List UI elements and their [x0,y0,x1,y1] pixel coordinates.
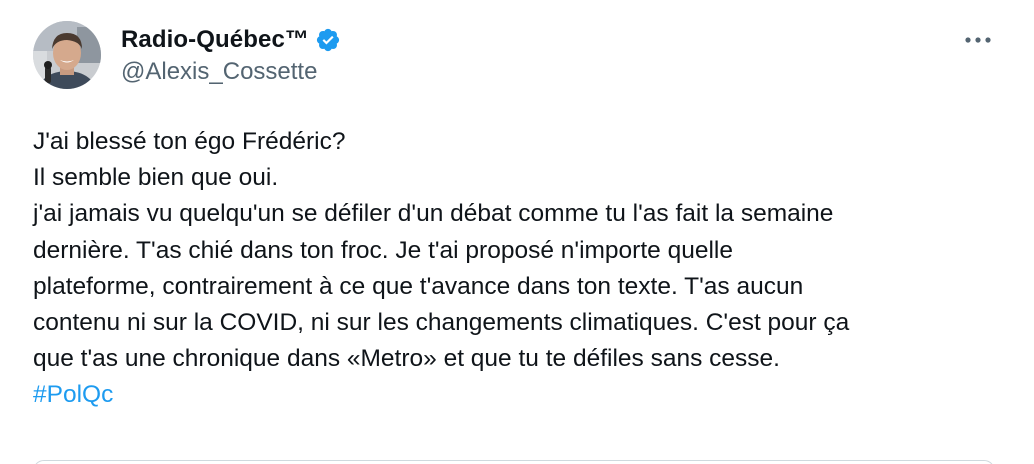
more-horizontal-icon [965,37,991,43]
author-avatar[interactable] [33,21,101,89]
tweet-text: J'ai blessé ton égo Frédéric? Il semble … [33,124,1013,414]
tweet-text-line: Il semble bien que oui. [33,164,279,192]
name-row: Radio-Québec™ [121,24,341,56]
user-avatar-icon [33,21,101,89]
tweet-text-line: plateforme, contrairement à ce que t'ava… [33,272,804,300]
quoted-content-card[interactable] [33,460,995,464]
author-display-name[interactable]: Radio-Québec™ [121,26,309,54]
tweet-text-line: que t'as une chronique dans «Metro» et q… [33,345,780,373]
tweet-text-line: J'ai blessé ton égo Frédéric? [33,128,346,155]
tweet-card: Radio-Québec™ @Alexis_Cossette J'ai bles… [0,0,1034,464]
verified-badge-icon[interactable] [315,27,341,53]
tweet-header: Radio-Québec™ @Alexis_Cossette [121,24,341,86]
tweet-text-line: dernière. T'as chié dans ton froc. Je t'… [33,236,733,264]
hashtag-link[interactable]: #PolQc [33,381,113,408]
tweet-text-line: contenu ni sur la COVID, ni sur les chan… [33,309,850,337]
author-handle[interactable]: @Alexis_Cossette [121,58,341,86]
more-options-button[interactable] [960,30,996,50]
tweet-text-line: j'ai jamais vu quelqu'un se défiler d'un… [33,200,834,228]
